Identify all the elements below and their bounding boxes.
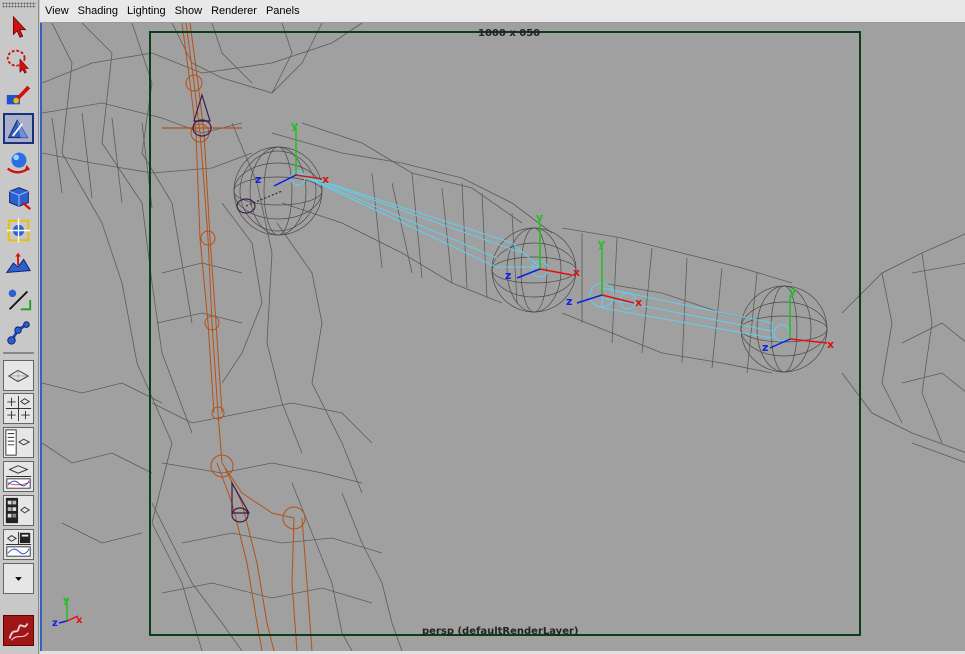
resolution-gate — [149, 31, 861, 636]
perspective-viewport[interactable]: y x z y x z y x z y x z y x z 1000 x 050… — [40, 23, 965, 651]
persp-outliner-graph-icon — [5, 531, 32, 557]
wrist-joint-sphere — [740, 285, 828, 373]
soft-mod-icon — [5, 252, 31, 273]
character-wireframe — [42, 23, 403, 651]
resolution-label: 1000 x 050 — [478, 28, 541, 39]
menu-show[interactable]: Show — [170, 5, 207, 17]
layout-four-pane-button[interactable] — [3, 393, 34, 424]
chevron-down-icon — [15, 577, 22, 581]
persp-graph-icon — [5, 465, 32, 489]
maya-logo — [3, 615, 34, 646]
axis-x-label: x — [322, 173, 329, 186]
move-icon — [7, 119, 29, 139]
rotate-tool-button[interactable] — [3, 147, 34, 178]
joint-tool-button[interactable] — [3, 317, 34, 348]
axis-z-label: z — [505, 269, 511, 282]
toolbox-grip[interactable] — [2, 2, 36, 8]
axis-y-label: y — [598, 237, 605, 250]
menu-renderer[interactable]: Renderer — [206, 5, 261, 17]
axis-z-label: z — [566, 295, 572, 308]
four-pane-icon — [5, 395, 32, 422]
universal-manip-icon — [6, 218, 31, 243]
universal-manipulator-tool-button[interactable] — [3, 215, 34, 246]
axis-y-label: y — [789, 285, 796, 298]
toolbox — [0, 0, 39, 654]
axis-x-label: x — [827, 338, 834, 351]
view-axis-z-label: z — [52, 618, 58, 629]
show-manipulator-tool-button[interactable] — [3, 283, 34, 314]
axis-z-label: z — [255, 173, 261, 186]
layout-outliner-persp-button[interactable] — [3, 427, 34, 458]
lasso-icon — [6, 49, 29, 74]
layout-single-pane-button[interactable] — [3, 360, 34, 391]
arrow-icon — [12, 15, 27, 38]
arm-wireframe — [271, 122, 965, 463]
viewport-canvas[interactable]: y x z y x z y x z y x z y x z — [42, 23, 965, 651]
axis-x-label: x — [635, 296, 642, 309]
view-axis-x-label: x — [76, 615, 83, 626]
menu-view[interactable]: View — [40, 5, 73, 17]
axis-y-label: y — [536, 211, 543, 224]
axis-z-label: z — [762, 341, 768, 354]
layout-persp-outliner-graph-button[interactable] — [3, 529, 34, 560]
rotate-icon — [7, 152, 31, 174]
paint-brush-icon — [6, 85, 31, 105]
show-manip-icon — [8, 289, 32, 311]
move-tool-button[interactable] — [3, 113, 34, 144]
maya-logo-icon — [4, 616, 33, 645]
menu-panels[interactable]: Panels — [261, 5, 304, 17]
axis-x-label: x — [573, 266, 580, 279]
camera-label: persp (defaultRenderLayer) — [422, 626, 579, 637]
view-axis-y-label: y — [63, 595, 70, 606]
panel-menu-bar: View Shading Lighting Show Renderer Pane… — [40, 0, 965, 23]
menu-shading[interactable]: Shading — [73, 5, 122, 17]
outliner-persp-icon — [5, 429, 31, 456]
paint-select-tool-button[interactable] — [3, 79, 34, 110]
menu-lighting[interactable]: Lighting — [122, 5, 170, 17]
layout-hypershade-persp-button[interactable] — [3, 495, 34, 526]
lasso-tool-button[interactable] — [3, 45, 34, 76]
spine-skeleton — [162, 23, 313, 651]
single-pane-icon — [7, 369, 30, 383]
layout-persp-graph-button[interactable] — [3, 461, 34, 492]
more-layouts-dropdown[interactable] — [3, 563, 34, 594]
hypershade-persp-icon — [5, 497, 31, 524]
scale-icon — [9, 187, 31, 211]
scale-tool-button[interactable] — [3, 181, 34, 212]
joint-icon — [7, 321, 30, 345]
select-tool-button[interactable] — [3, 11, 34, 42]
soft-modification-tool-button[interactable] — [3, 249, 34, 280]
axis-y-label: y — [291, 119, 298, 132]
axis-manipulators[interactable] — [58, 128, 828, 624]
toolbox-separator — [3, 352, 34, 354]
